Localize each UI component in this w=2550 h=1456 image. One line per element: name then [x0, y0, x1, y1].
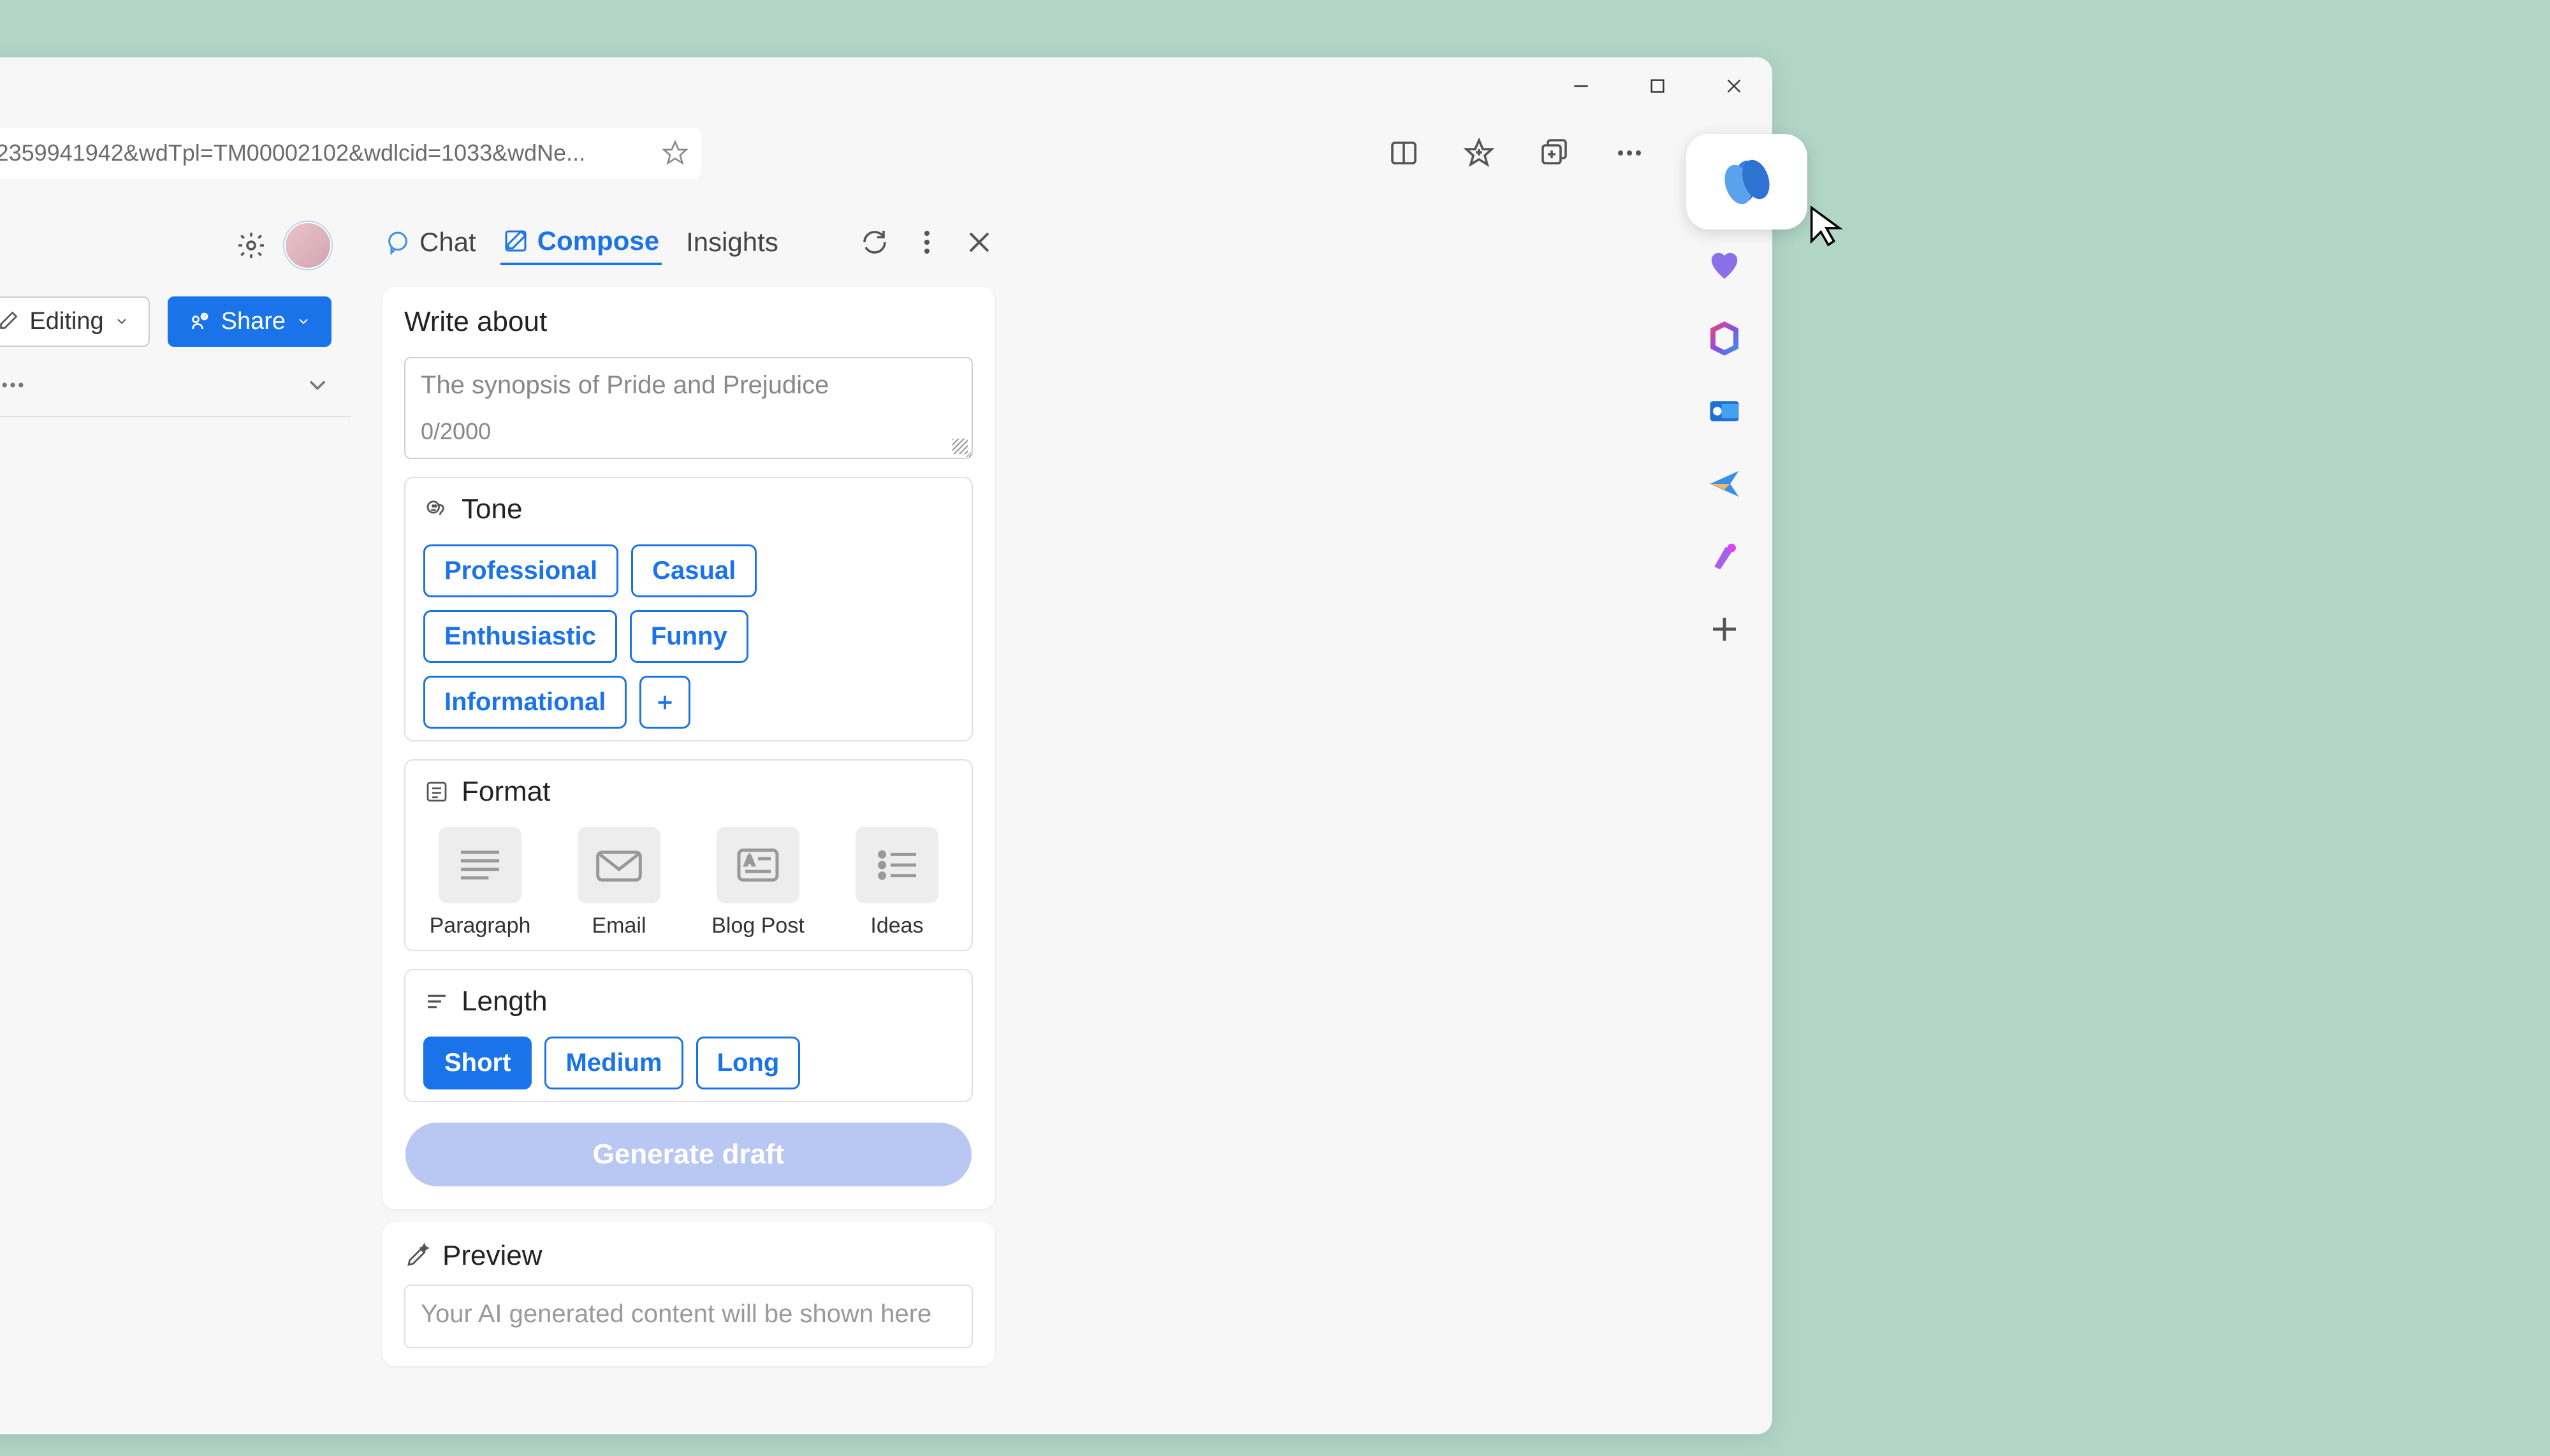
- browser-window: DF0A!142&ithint=file%2cdocx&action=editn…: [0, 57, 1772, 1434]
- write-about-input[interactable]: The synopsis of Pride and Prejudice 0/20…: [404, 357, 973, 459]
- chevron-down-icon: [296, 314, 311, 329]
- preview-output: Your AI generated content will be shown …: [404, 1285, 973, 1348]
- tone-chips: Professional Casual Enthusiastic Funny I…: [423, 544, 954, 729]
- tone-chip-casual[interactable]: Casual: [631, 544, 757, 597]
- sparkle-pen-icon: [404, 1242, 431, 1269]
- rail-rewards-icon[interactable]: [1707, 249, 1742, 283]
- editing-button[interactable]: Editing: [0, 296, 150, 347]
- edge-sidebar-rail: [1693, 249, 1756, 646]
- length-chip-long[interactable]: Long: [696, 1037, 801, 1089]
- share-label: Share: [221, 308, 286, 335]
- avatar[interactable]: [284, 222, 332, 269]
- format-icon: [423, 778, 450, 805]
- tone-label: Tone: [462, 493, 522, 525]
- chevron-down-icon: [303, 371, 332, 399]
- rail-m365-icon[interactable]: [1707, 321, 1742, 356]
- address-bar[interactable]: DF0A!142&ithint=file%2cdocx&action=editn…: [0, 127, 701, 178]
- format-paragraph-label: Paragraph: [430, 914, 531, 938]
- email-icon: [594, 846, 645, 884]
- write-about-placeholder: The synopsis of Pride and Prejudice: [421, 371, 956, 400]
- tone-chip-funny[interactable]: Funny: [630, 610, 748, 663]
- more-menu-icon[interactable]: [1614, 138, 1645, 168]
- window-maximize-button[interactable]: [1619, 57, 1696, 115]
- blogpost-icon: A: [732, 846, 783, 884]
- doc-top-toolbar: [0, 210, 351, 280]
- write-about-label: Write about: [404, 306, 973, 338]
- ribbon-collapse-icon[interactable]: [303, 371, 332, 399]
- cursor-icon: [1804, 204, 1849, 249]
- svg-text:A: A: [745, 854, 754, 868]
- format-blogpost-label: Blog Post: [711, 914, 805, 938]
- copilot-pane: Chat Compose Insights Write about: [363, 210, 1014, 1434]
- window-minimize-button[interactable]: [1543, 57, 1619, 115]
- tab-compose-label: Compose: [537, 226, 659, 256]
- browser-toolbar-actions: [1388, 121, 1645, 185]
- chevron-down-icon: [114, 314, 129, 329]
- copilot-icon: [1717, 152, 1777, 212]
- paragraph-icon: [455, 846, 506, 884]
- settings-icon[interactable]: [236, 230, 266, 261]
- favorites-icon[interactable]: [1464, 138, 1494, 168]
- tab-insights[interactable]: Insights: [683, 221, 781, 264]
- compose-icon: [503, 228, 528, 254]
- tab-chat-label: Chat: [419, 227, 476, 258]
- tone-chip-professional[interactable]: Professional: [423, 544, 618, 597]
- ribbon-overflow-icon[interactable]: [0, 371, 27, 399]
- tone-icon: [423, 496, 450, 523]
- format-section: Format Paragraph Email A Blog Post: [404, 759, 973, 951]
- generate-draft-button[interactable]: Generate draft: [405, 1123, 972, 1186]
- format-email[interactable]: Email: [562, 827, 676, 938]
- rail-designer-icon[interactable]: [1707, 539, 1742, 574]
- preview-label: Preview: [442, 1240, 543, 1272]
- format-paragraph[interactable]: Paragraph: [423, 827, 537, 938]
- format-ideas[interactable]: Ideas: [840, 827, 954, 938]
- length-section: Length Short Medium Long: [404, 969, 973, 1102]
- compose-card: Write about The synopsis of Pride and Pr…: [382, 287, 994, 1209]
- chat-icon: [385, 229, 411, 255]
- format-email-label: Email: [592, 914, 646, 938]
- copilot-sidebar-button[interactable]: [1686, 134, 1807, 229]
- window-close-button[interactable]: [1696, 57, 1772, 115]
- length-chip-short[interactable]: Short: [423, 1037, 532, 1089]
- rail-add-icon[interactable]: [1707, 612, 1742, 646]
- favorite-star-icon[interactable]: [662, 140, 688, 166]
- close-pane-icon[interactable]: [964, 227, 994, 258]
- format-ideas-label: Ideas: [870, 914, 923, 938]
- window-title-bar: [1543, 57, 1772, 115]
- url-text: DF0A!142&ithint=file%2cdocx&action=editn…: [0, 140, 585, 166]
- format-blogpost[interactable]: A Blog Post: [701, 827, 815, 938]
- copilot-tabs: Chat Compose Insights: [363, 210, 1014, 274]
- tab-chat[interactable]: Chat: [382, 221, 479, 264]
- plus-icon: [653, 691, 676, 714]
- tone-chip-enthusiastic[interactable]: Enthusiastic: [423, 610, 617, 663]
- editing-label: Editing: [29, 308, 103, 335]
- length-label: Length: [462, 986, 548, 1017]
- tone-section: Tone Professional Casual Enthusiastic Fu…: [404, 477, 973, 741]
- length-icon: [423, 988, 450, 1015]
- split-screen-icon[interactable]: [1388, 138, 1419, 168]
- doc-action-toolbar: Comments Catch up Editing Share: [0, 289, 351, 353]
- refresh-icon[interactable]: [859, 227, 890, 258]
- tab-insights-label: Insights: [686, 227, 778, 258]
- tone-chip-informational[interactable]: Informational: [423, 676, 627, 729]
- rail-outlook-icon[interactable]: [1707, 394, 1742, 428]
- ribbon-toolbar: A 123 A: [0, 353, 351, 417]
- tab-compose[interactable]: Compose: [500, 219, 662, 265]
- tone-chip-add[interactable]: [639, 676, 690, 729]
- generate-draft-label: Generate draft: [593, 1139, 785, 1170]
- rail-send-icon[interactable]: [1707, 467, 1742, 501]
- ideas-icon: [871, 846, 922, 884]
- preview-card: Preview Your AI generated content will b…: [382, 1222, 994, 1366]
- write-about-counter: 0/2000: [421, 418, 956, 445]
- share-button[interactable]: Share: [168, 296, 332, 347]
- preview-placeholder: Your AI generated content will be shown …: [421, 1300, 931, 1328]
- more-vertical-icon[interactable]: [912, 227, 942, 258]
- document-area: Comments Catch up Editing Share: [0, 210, 351, 1456]
- resize-handle-icon[interactable]: [952, 439, 968, 454]
- length-chip-medium[interactable]: Medium: [544, 1037, 683, 1089]
- collections-icon[interactable]: [1539, 138, 1570, 168]
- format-label: Format: [462, 776, 550, 808]
- browser-toolbar: DF0A!142&ithint=file%2cdocx&action=editn…: [0, 121, 1772, 185]
